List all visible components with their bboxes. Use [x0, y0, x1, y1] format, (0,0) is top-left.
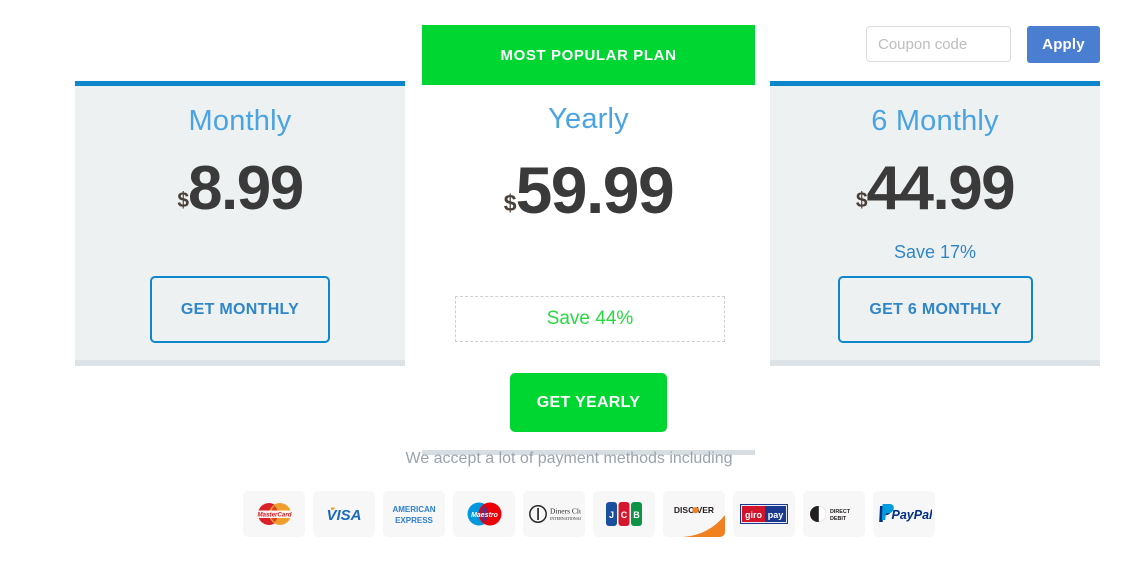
svg-text:DIRECT: DIRECT [830, 509, 851, 515]
svg-text:C: C [621, 510, 628, 520]
svg-text:J: J [609, 510, 614, 520]
plan-card-body: Yearly $59.99 Save 44% GET YEARLY [422, 85, 755, 455]
apply-coupon-button[interactable]: Apply [1027, 26, 1100, 63]
get-monthly-button[interactable]: GET MONTHLY [150, 276, 330, 343]
plan-title: 6 Monthly [871, 105, 999, 137]
mastercard-icon: MasterCard [243, 491, 305, 537]
paypal-icon: PayPal [873, 491, 935, 537]
plan-price: $44.99 [770, 158, 1100, 220]
plan-title: Monthly [188, 105, 292, 137]
direct-debit-icon: DIRECT DEBIT [803, 491, 865, 537]
plan-card-yearly: MOST POPULAR PLAN Yearly $59.99 Save 44%… [422, 25, 755, 455]
plan-card-body: Monthly $8.99 GET MONTHLY [75, 86, 405, 360]
plan-card-footer-bar [770, 360, 1100, 366]
jcb-icon: J C B [593, 491, 655, 537]
coupon-form: Apply [866, 26, 1100, 63]
price-amount: 44.99 [866, 154, 1016, 223]
plan-card-footer-bar [75, 360, 405, 366]
plan-title: Yearly [548, 103, 629, 135]
plan-price: $8.99 [75, 158, 405, 220]
get-yearly-button[interactable]: GET YEARLY [510, 373, 667, 432]
discover-icon: DISC VER [663, 491, 725, 537]
svg-text:AMERICAN: AMERICAN [392, 505, 435, 514]
svg-text:PayPal: PayPal [891, 508, 932, 522]
svg-text:Diners Club: Diners Club [550, 507, 581, 516]
most-popular-ribbon: MOST POPULAR PLAN [422, 25, 755, 85]
svg-text:INTERNATIONAL: INTERNATIONAL [550, 516, 581, 521]
svg-text:EXPRESS: EXPRESS [395, 516, 433, 525]
giropay-icon: giro pay [733, 491, 795, 537]
plan-card-six-monthly: 6 Monthly $44.99 Save 17% GET 6 MONTHLY [770, 81, 1100, 366]
svg-text:MasterCard: MasterCard [257, 511, 291, 518]
payment-methods-row: MasterCard VISA AMERICAN EXPRESS Maestro… [243, 491, 935, 537]
svg-text:B: B [633, 510, 640, 520]
currency-symbol: $ [855, 189, 868, 212]
svg-text:Maestro: Maestro [471, 512, 499, 519]
american-express-icon: AMERICAN EXPRESS [383, 491, 445, 537]
svg-text:giro: giro [745, 510, 763, 520]
visa-icon: VISA [313, 491, 375, 537]
price-amount: 8.99 [188, 154, 304, 223]
maestro-icon: Maestro [453, 491, 515, 537]
get-six-monthly-button[interactable]: GET 6 MONTHLY [838, 276, 1033, 343]
diners-club-icon: Diners Club INTERNATIONAL [523, 491, 585, 537]
payment-methods-note: We accept a lot of payment methods inclu… [405, 450, 733, 467]
svg-text:DEBIT: DEBIT [830, 516, 847, 522]
price-amount: 59.99 [515, 153, 675, 227]
coupon-code-input[interactable] [866, 26, 1011, 62]
plan-card-monthly: Monthly $8.99 GET MONTHLY [75, 81, 405, 366]
currency-symbol: $ [177, 189, 189, 212]
savings-badge: Save 44% [455, 296, 725, 342]
savings-label: Save 17% [893, 242, 977, 262]
plan-price: $59.99 [422, 157, 755, 223]
plan-card-body: 6 Monthly $44.99 Save 17% GET 6 MONTHLY [770, 86, 1100, 360]
svg-text:pay: pay [768, 510, 784, 520]
currency-symbol: $ [503, 190, 517, 216]
